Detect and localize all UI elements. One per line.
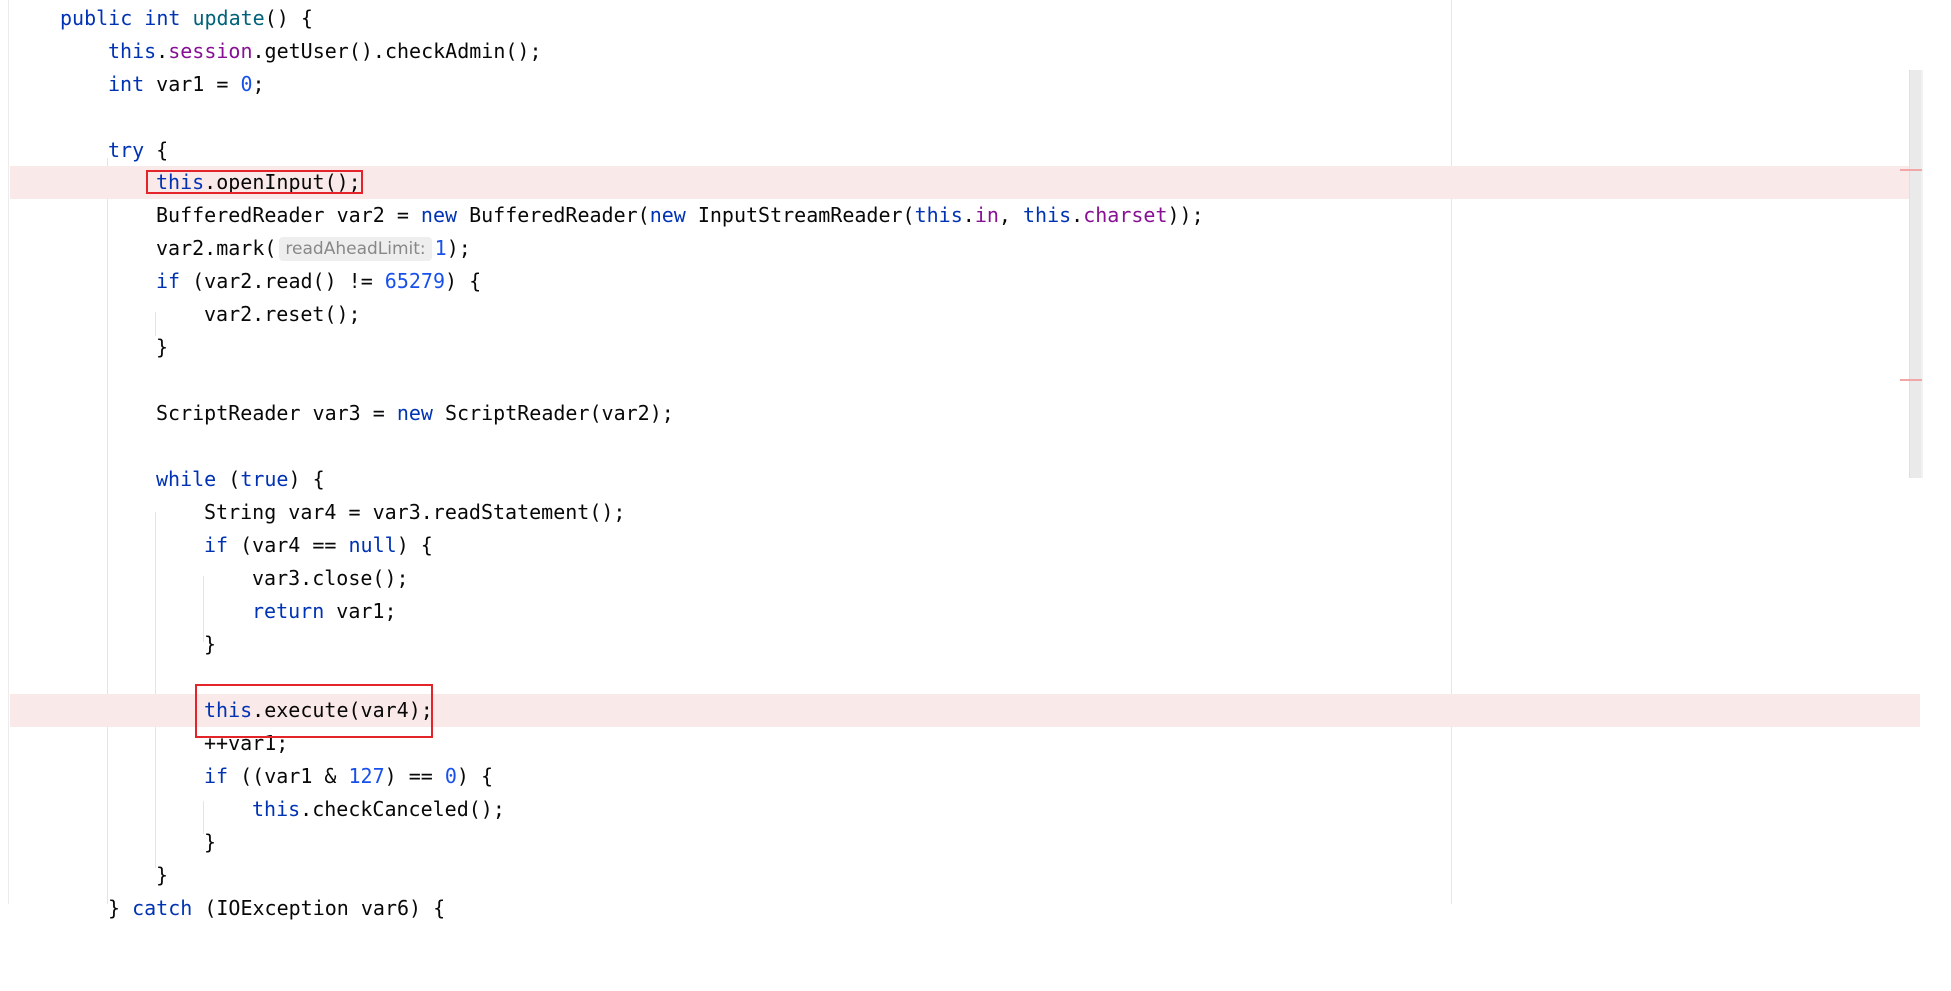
gutter-separator <box>8 0 9 904</box>
code-token: } <box>156 335 169 359</box>
code-line[interactable]: try { <box>10 134 1920 167</box>
code-token: ) { <box>445 269 482 293</box>
code-token: BufferedReader( <box>457 203 650 227</box>
code-token: null <box>348 533 397 557</box>
code-line[interactable]: if (var2.read() != 65279) { <box>10 265 1920 298</box>
code-token: this <box>108 39 157 63</box>
code-token: (IOException var6) { <box>192 896 446 920</box>
code-token: .checkCanceled(); <box>300 797 505 821</box>
code-token: return <box>252 599 325 623</box>
code-token: )); <box>1167 203 1204 227</box>
code-token: ; <box>252 72 265 96</box>
code-line[interactable]: } <box>10 628 1920 661</box>
code-token: (var2.read() != <box>180 269 385 293</box>
code-token: int <box>108 72 157 96</box>
code-token: 1 <box>434 236 447 260</box>
code-token: , <box>998 203 1023 227</box>
code-token: update <box>192 6 265 30</box>
code-token: new <box>649 203 686 227</box>
annotation-box-openinput <box>146 170 363 194</box>
code-token: () { <box>264 6 313 30</box>
code-token: . <box>1071 203 1084 227</box>
code-token: ( <box>216 467 241 491</box>
code-token: this <box>252 797 301 821</box>
code-token: } <box>108 896 133 920</box>
code-line[interactable]: var2.mark(readAheadLimit: 1); <box>10 232 1920 265</box>
code-token: 127 <box>348 764 385 788</box>
code-token: ) == <box>384 764 445 788</box>
code-token: ) { <box>456 764 494 788</box>
code-token: var2.mark( <box>156 236 277 260</box>
code-line[interactable]: var3.close(); <box>10 562 1920 595</box>
code-token: catch <box>132 896 193 920</box>
code-line[interactable]: } <box>10 331 1920 364</box>
code-token: var3.close(); <box>252 566 409 590</box>
code-token: ); <box>446 236 471 260</box>
annotation-box-execute <box>195 684 433 738</box>
code-token: String var4 = var3.readStatement(); <box>204 500 626 524</box>
code-token: public int <box>60 6 193 30</box>
code-token: } <box>204 632 217 656</box>
code-line[interactable]: this.session.getUser().checkAdmin(); <box>10 35 1920 68</box>
code-line[interactable]: BufferedReader var2 = new BufferedReader… <box>10 199 1920 232</box>
code-token: 0 <box>444 764 457 788</box>
code-line[interactable]: return var1; <box>10 595 1920 628</box>
code-token: 65279 <box>384 269 446 293</box>
code-token: try <box>108 138 145 162</box>
code-line[interactable]: } catch (IOException var6) { <box>10 892 1920 925</box>
code-token: } <box>204 830 217 854</box>
code-token: (var4 == <box>228 533 349 557</box>
code-token: charset <box>1083 203 1168 227</box>
code-line[interactable]: public int update() { <box>10 2 1920 35</box>
code-editor[interactable]: public int update() { this.session.getUs… <box>0 0 1951 920</box>
code-token: if <box>204 533 229 557</box>
code-token: ScriptReader var3 = <box>156 401 397 425</box>
parameter-hint: readAheadLimit: <box>279 237 432 261</box>
code-token: while <box>156 467 217 491</box>
code-token: if <box>204 764 229 788</box>
code-line[interactable]: int var1 = 0; <box>10 68 1920 101</box>
code-token: ) { <box>288 467 325 491</box>
code-token: new <box>420 203 458 227</box>
code-line[interactable]: if (var4 == null) { <box>10 529 1920 562</box>
code-token: session <box>168 39 253 63</box>
code-token: true <box>240 467 289 491</box>
code-token: var2.reset(); <box>204 302 361 326</box>
code-token: . <box>156 39 169 63</box>
code-token: var1 = <box>156 72 241 96</box>
code-line[interactable]: var2.reset(); <box>10 298 1920 331</box>
code-token: ((var1 & <box>228 764 349 788</box>
code-token: InputStreamReader( <box>685 203 915 227</box>
code-token: .getUser().checkAdmin(); <box>252 39 542 63</box>
code-token: BufferedReader var2 = <box>156 203 421 227</box>
code-token: { <box>144 138 169 162</box>
code-token: var1; <box>324 599 397 623</box>
code-line[interactable]: ScriptReader var3 = new ScriptReader(var… <box>10 397 1920 430</box>
error-stripe-marker[interactable] <box>1900 379 1922 381</box>
code-token: this <box>914 203 963 227</box>
code-line[interactable]: String var4 = var3.readStatement(); <box>10 496 1920 529</box>
code-token: . <box>962 203 975 227</box>
code-token: } <box>156 863 169 887</box>
code-token: if <box>156 269 181 293</box>
code-line[interactable]: } <box>10 826 1920 859</box>
code-line[interactable]: if ((var1 & 127) == 0) { <box>10 760 1920 793</box>
code-token: ScriptReader(var2); <box>432 401 674 425</box>
code-token: new <box>396 401 433 425</box>
code-token: ) { <box>396 533 433 557</box>
code-token: 0 <box>240 72 253 96</box>
code-line[interactable]: } <box>10 859 1920 892</box>
error-stripe-marker[interactable] <box>1900 169 1922 171</box>
code-token: this <box>1023 203 1072 227</box>
code-token: in <box>974 203 999 227</box>
vertical-scrollbar-thumb[interactable] <box>1910 70 1921 478</box>
code-line[interactable]: this.checkCanceled(); <box>10 793 1920 826</box>
code-line[interactable]: while (true) { <box>10 463 1920 496</box>
